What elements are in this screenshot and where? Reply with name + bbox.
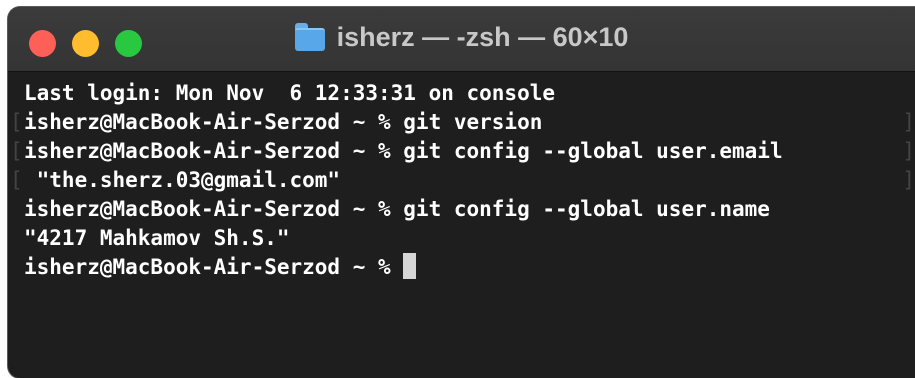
title-bar[interactable]: isherz — -zsh — 60×10 [8, 7, 915, 72]
terminal-line: Last login: Mon Nov 6 12:33:31 on consol… [24, 81, 556, 105]
prompt: isherz@MacBook-Air-Serzod ~ % [24, 255, 404, 279]
line-mark-open: [ [10, 110, 23, 134]
terminal-line: [ "the.sherz.03@gmail.com"] [8, 166, 915, 195]
terminal-line: [isherz@MacBook-Air-Serzod ~ % git versi… [8, 108, 915, 137]
terminal-prompt-line[interactable]: isherz@MacBook-Air-Serzod ~ % [8, 253, 915, 282]
terminal-window: isherz — -zsh — 60×10 Last login: Mon No… [8, 7, 915, 378]
line-mark-close: ] [902, 168, 915, 192]
folder-icon [294, 23, 325, 51]
line-mark-open: [ [10, 168, 23, 192]
terminal-output[interactable]: Last login: Mon Nov 6 12:33:31 on consol… [8, 79, 915, 378]
terminal-line: "4217 Mahkamov Sh.S." [24, 226, 290, 250]
text-cursor [403, 253, 417, 279]
terminal-line: [isherz@MacBook-Air-Serzod ~ % git confi… [8, 137, 915, 166]
line-mark-open: [ [10, 139, 23, 163]
line-mark-close: ] [902, 110, 915, 134]
line-mark-close: ] [902, 139, 915, 163]
window-title-text: isherz — -zsh — 60×10 [336, 22, 629, 52]
terminal-line: isherz@MacBook-Air-Serzod ~ % git config… [24, 197, 770, 221]
window-title: isherz — -zsh — 60×10 [8, 22, 915, 53]
